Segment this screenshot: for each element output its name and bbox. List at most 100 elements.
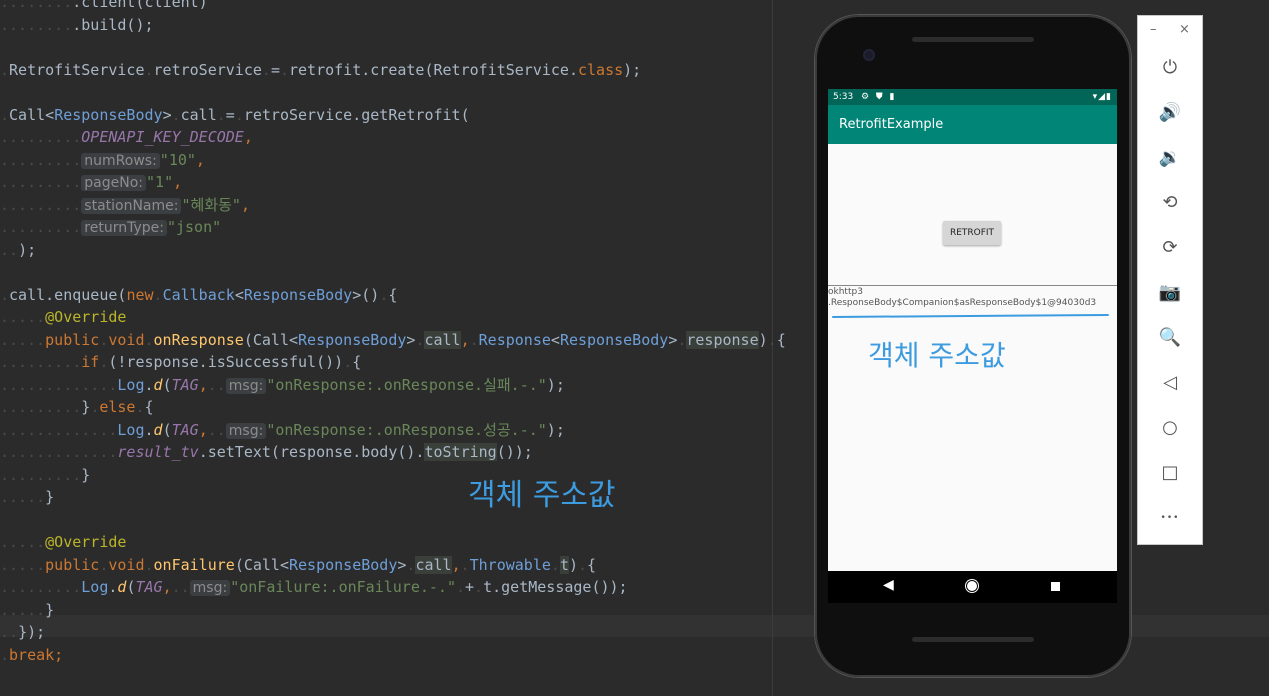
- code-token: RetrofitService: [9, 60, 145, 79]
- more-icon[interactable]: •••: [1158, 506, 1182, 530]
- code-token: =: [270, 60, 280, 79]
- status-signal-icons: ▾◢▮: [1092, 92, 1112, 102]
- code-token: +: [465, 578, 475, 596]
- code-token: .........: [0, 150, 82, 169]
- result-line-2: .ResponseBody$Companion$asResponseBody$1…: [828, 298, 1097, 308]
- code-token: (!response.isSuccessful()): [108, 353, 344, 371]
- code-token: ..: [207, 375, 226, 394]
- zoom-icon[interactable]: 🔍: [1158, 326, 1182, 350]
- code-token: t: [559, 555, 569, 574]
- code-token: .: [460, 555, 470, 574]
- code-token: (: [162, 375, 172, 394]
- code-token: >(): [352, 285, 380, 304]
- nav-bar: ◀: [828, 571, 1117, 603]
- code-token: (Call<: [234, 555, 289, 574]
- code-line: .Call<ResponseBody>.call.=.retroService.…: [0, 104, 470, 126]
- code-token: .: [153, 285, 163, 304]
- volume-down-icon[interactable]: 🔉: [1158, 146, 1182, 170]
- code-token: .: [0, 645, 10, 664]
- nav-home-icon[interactable]: [967, 581, 977, 591]
- code-token: .....: [0, 600, 46, 619]
- code-token: .....: [0, 488, 46, 506]
- minimize-icon[interactable]: –: [1150, 22, 1157, 37]
- home-icon[interactable]: ○: [1158, 416, 1182, 440]
- overview-icon[interactable]: □: [1158, 461, 1182, 485]
- code-token: if: [81, 353, 100, 371]
- code-token: "onFailure:.onFailure.-.": [230, 578, 456, 596]
- code-line: .............result_tv.setText(response.…: [0, 441, 533, 463]
- code-token: }: [45, 600, 55, 619]
- code-token: retrofit.create(: [289, 60, 434, 79]
- volume-up-icon[interactable]: 🔊: [1158, 101, 1182, 125]
- code-token: call: [415, 555, 452, 574]
- code-token: RetrofitService: [433, 60, 569, 79]
- code-line: .call.enqueue(new.Callback<ResponseBody>…: [0, 284, 397, 306]
- code-token: {: [587, 555, 597, 574]
- code-token: retroService.getRetrofit(: [243, 105, 470, 124]
- code-token: .: [144, 60, 154, 79]
- code-token: msg:: [225, 422, 267, 439]
- phone-screen[interactable]: 5:33 ⚙ ⛊ ▮ ▾◢▮ RetrofitExample RETROFIT …: [828, 89, 1117, 571]
- code-token: t.getMessage());: [483, 578, 628, 596]
- code-token: .: [767, 330, 777, 349]
- rotate-right-icon[interactable]: ⟳: [1158, 236, 1182, 260]
- power-icon[interactable]: ⏻: [1158, 56, 1182, 80]
- code-token: d: [153, 375, 163, 394]
- code-token: .: [135, 398, 145, 416]
- code-token: ,: [240, 195, 250, 214]
- code-token: .........: [0, 173, 82, 191]
- emulator-side-panel: – × ⏻ 🔊 🔉 ⟲ ⟳ 📷 🔍 ◁ ○ □ •••: [1137, 15, 1203, 545]
- code-line: ......... returnType: "json": [0, 216, 221, 238]
- code-token: .........: [0, 128, 82, 146]
- code-line: .....}: [0, 486, 54, 508]
- code-token: "onResponse:.onResponse.실패.-.": [266, 375, 547, 394]
- retrofit-button[interactable]: RETROFIT: [943, 221, 1001, 245]
- code-token: numRows:: [81, 152, 160, 169]
- code-token: call: [180, 105, 217, 124]
- code-token: public: [45, 330, 100, 349]
- code-token: ,: [173, 173, 183, 191]
- code-token: returnType:: [81, 220, 167, 236]
- code-token: .: [568, 60, 578, 79]
- code-token: .client(client): [72, 0, 208, 11]
- nav-recent-icon[interactable]: [1051, 582, 1060, 591]
- code-token: call.enqueue(: [9, 285, 127, 304]
- code-token: =: [225, 105, 235, 124]
- result-divider: [828, 285, 1117, 286]
- code-token: "onResponse:.onResponse.성공.-.": [266, 420, 547, 439]
- code-token: .: [171, 105, 181, 124]
- back-icon[interactable]: ◁: [1158, 371, 1182, 395]
- code-line: .....public.void.onFailure(Call<Response…: [0, 554, 596, 576]
- annotation-underline: [831, 314, 1110, 318]
- code-token: ): [568, 555, 578, 574]
- code-line: .....@Override: [0, 531, 126, 553]
- code-token: );: [623, 60, 642, 79]
- code-token: "1": [146, 173, 174, 191]
- rotate-left-icon[interactable]: ⟲: [1158, 191, 1182, 215]
- code-token: msg:: [189, 580, 231, 596]
- code-token: ,: [162, 578, 172, 596]
- app-title: RetrofitExample: [839, 117, 944, 132]
- code-token: d: [153, 420, 163, 439]
- code-token: ,: [198, 420, 208, 439]
- code-line: .....}: [0, 599, 54, 621]
- code-token: TAG: [171, 375, 199, 394]
- result-textview: okhttp3 .ResponseBody$Companion$asRespon…: [828, 287, 1117, 309]
- code-token: .............: [0, 443, 118, 461]
- code-token: );: [546, 375, 565, 394]
- nav-back-icon[interactable]: ◀: [883, 577, 894, 593]
- code-token: );: [18, 240, 37, 259]
- camera-icon[interactable]: 📷: [1158, 281, 1182, 305]
- code-token: stationName:: [81, 197, 182, 214]
- code-token: {: [776, 330, 786, 349]
- close-icon[interactable]: ×: [1179, 22, 1190, 37]
- code-line: .........Log.d(TAG,.. msg: "onFailure:.onF…: [0, 576, 628, 598]
- code-token: "10": [159, 150, 196, 169]
- code-token: ,: [451, 555, 461, 574]
- code-token: OPENAPI_KEY_DECODE: [81, 128, 244, 146]
- code-line: .........OPENAPI_KEY_DECODE,: [0, 126, 253, 148]
- code-token: pageNo:: [81, 175, 147, 191]
- code-token: call: [424, 330, 461, 349]
- code-token: .....: [0, 555, 46, 574]
- emulator-phone: 5:33 ⚙ ⛊ ▮ ▾◢▮ RetrofitExample RETROFIT …: [815, 15, 1131, 677]
